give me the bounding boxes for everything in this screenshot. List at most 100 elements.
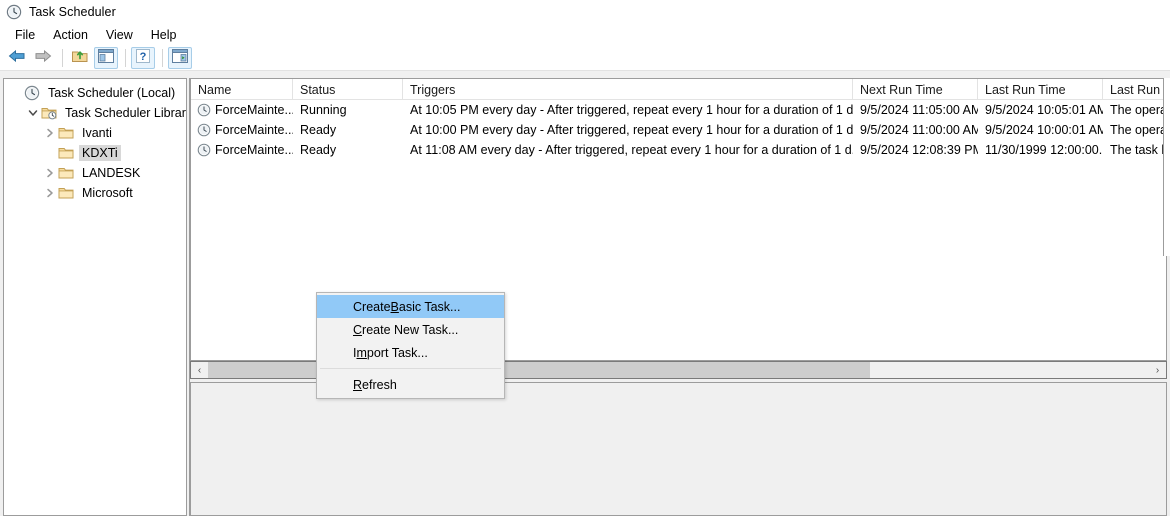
window-body: Task Scheduler (Local) Task Scheduler Lib…	[0, 72, 1170, 516]
column-header-name[interactable]: Name	[191, 79, 293, 100]
column-header-label: Status	[300, 82, 336, 97]
column-header-label: Next Run Time	[860, 82, 943, 97]
toolbar-separator-2	[125, 49, 126, 67]
cell-last-run-time: 9/5/2024 10:05:01 AM	[978, 100, 1103, 120]
folder-icon	[58, 165, 74, 181]
window-title: Task Scheduler	[29, 5, 116, 19]
cell-status: Running	[293, 100, 403, 120]
cell-text: Ready	[300, 143, 337, 157]
question-mark-icon: ?	[136, 48, 150, 68]
show-hide-console-tree-button[interactable]	[94, 47, 118, 69]
task-list-rows: ForceMainte... Running At 10:05 PM every d…	[191, 100, 1166, 160]
menu-accelerator-key: B	[390, 299, 399, 314]
tree-node-ivanti[interactable]: Ivanti	[4, 123, 186, 143]
menu-action[interactable]: Action	[44, 26, 97, 44]
cell-name: ForceMainte...	[191, 100, 293, 120]
console-tree-icon	[98, 48, 114, 68]
cell-last-run-time: 9/5/2024 10:00:01 AM	[978, 120, 1103, 140]
task-details-pane	[190, 382, 1167, 516]
folder-icon	[58, 125, 74, 141]
column-header-status[interactable]: Status	[293, 79, 403, 100]
context-menu-item-import-task[interactable]: Im port Task...	[317, 341, 504, 364]
cell-text: At 10:05 PM every day - After triggered,…	[410, 103, 853, 117]
table-row[interactable]: ForceMainte... Ready At 10:00 PM every day…	[191, 120, 1166, 140]
tree-node-landesk[interactable]: LANDESK	[4, 163, 186, 183]
back-button[interactable]	[5, 47, 29, 69]
cell-text: At 10:00 PM every day - After triggered,…	[410, 123, 853, 137]
column-header-label: Last Run R	[1110, 82, 1165, 97]
tree-node-spacer	[8, 85, 24, 101]
forward-button[interactable]	[31, 47, 55, 69]
cell-next-run-time: 9/5/2024 11:05:00 AM	[853, 100, 978, 120]
context-menu-item-create-basic-task[interactable]: Create Basic Task...	[317, 295, 504, 318]
cell-last-run-time: 11/30/1999 12:00:00...	[978, 140, 1103, 160]
menu-view[interactable]: View	[97, 26, 142, 44]
cell-text: Running	[300, 103, 347, 117]
context-menu-item-create-new-task[interactable]: Create New Task...	[317, 318, 504, 341]
table-row[interactable]: ForceMainte... Ready At 11:08 AM every day…	[191, 140, 1166, 160]
menu-separator	[320, 368, 501, 369]
column-header-last-run-r[interactable]: Last Run R	[1103, 79, 1166, 100]
column-header-label: Name	[198, 82, 232, 97]
show-hide-action-pane-button[interactable]	[168, 47, 192, 69]
tree-node-label: Task Scheduler Library	[65, 106, 186, 120]
cell-triggers: At 10:00 PM every day - After triggered,…	[403, 120, 853, 140]
cell-text: 9/5/2024 11:00:00 AM	[860, 123, 978, 137]
task-list-header: Name Status Triggers Next Run Time Last Run …	[191, 79, 1166, 100]
menu-label-post: reate New Task...	[362, 322, 459, 337]
context-menu-item-refresh[interactable]: Refresh	[317, 373, 504, 396]
chevron-right-icon[interactable]	[42, 125, 58, 141]
toolbar-divider	[0, 70, 1170, 71]
cell-text: The opera	[1110, 103, 1166, 117]
back-arrow-icon	[7, 48, 27, 69]
scroll-left-arrow-icon[interactable]: ‹	[191, 362, 208, 378]
tree-node-microsoft[interactable]: Microsoft	[4, 183, 186, 203]
library-folder-icon	[41, 105, 57, 121]
chevron-down-icon[interactable]	[25, 105, 41, 121]
cell-next-run-time: 9/5/2024 12:08:39 PM	[853, 140, 978, 160]
cell-text: At 11:08 AM every day - After triggered,…	[410, 143, 853, 157]
help-button[interactable]: ?	[131, 47, 155, 69]
folder-icon	[58, 185, 74, 201]
tree-node-spacer	[42, 145, 58, 161]
cell-text: The task h	[1110, 143, 1166, 157]
column-header-triggers[interactable]: Triggers	[403, 79, 853, 100]
folder-icon	[58, 145, 74, 161]
folder-up-icon	[71, 48, 89, 69]
tree-node-label: Microsoft	[82, 186, 133, 200]
cell-text: ForceMainte...	[215, 143, 293, 157]
tree-node-label: Task Scheduler (Local)	[48, 86, 176, 100]
clock-icon	[24, 85, 40, 101]
cell-status: Ready	[293, 120, 403, 140]
task-scheduler-window: Task Scheduler File Action View Help ? T…	[0, 0, 1170, 516]
title-bar: Task Scheduler	[0, 0, 1170, 24]
chevron-right-icon[interactable]	[42, 185, 58, 201]
menu-label-pre: Create	[353, 299, 391, 314]
context-menu: Create Basic Task... Create New Task... Im…	[316, 292, 505, 399]
menu-help[interactable]: Help	[142, 26, 186, 44]
forward-arrow-icon	[33, 48, 53, 69]
scrollbar-thumb[interactable]	[208, 362, 870, 378]
column-header-last-run-time[interactable]: Last Run Time	[978, 79, 1103, 100]
chevron-right-icon[interactable]	[42, 165, 58, 181]
column-header-next-run-time[interactable]: Next Run Time	[853, 79, 978, 100]
tree-node-task-scheduler-library[interactable]: Task Scheduler Library	[4, 103, 186, 123]
menu-label-post: efresh	[362, 377, 397, 392]
column-header-label: Last Run Time	[985, 82, 1066, 97]
tree-node-kdxti[interactable]: KDXTi	[4, 143, 186, 163]
cell-text: 9/5/2024 10:00:01 AM	[985, 123, 1103, 137]
svg-text:?: ?	[140, 51, 147, 63]
cell-text: The opera	[1110, 123, 1166, 137]
clock-icon	[197, 123, 211, 137]
menu-accelerator-key: R	[353, 377, 363, 392]
up-one-level-button[interactable]	[68, 47, 92, 69]
scroll-right-arrow-icon[interactable]: ›	[1149, 362, 1166, 378]
menu-label-post: port Task...	[366, 345, 428, 360]
tree-node-task-scheduler-local[interactable]: Task Scheduler (Local)	[4, 83, 186, 103]
cell-text: 11/30/1999 12:00:00...	[985, 143, 1103, 157]
clock-icon	[6, 4, 22, 20]
menu-file[interactable]: File	[6, 26, 44, 44]
toolbar-separator-1	[62, 49, 63, 67]
menu-accelerator-key: C	[353, 322, 363, 337]
table-row[interactable]: ForceMainte... Running At 10:05 PM every d…	[191, 100, 1166, 120]
